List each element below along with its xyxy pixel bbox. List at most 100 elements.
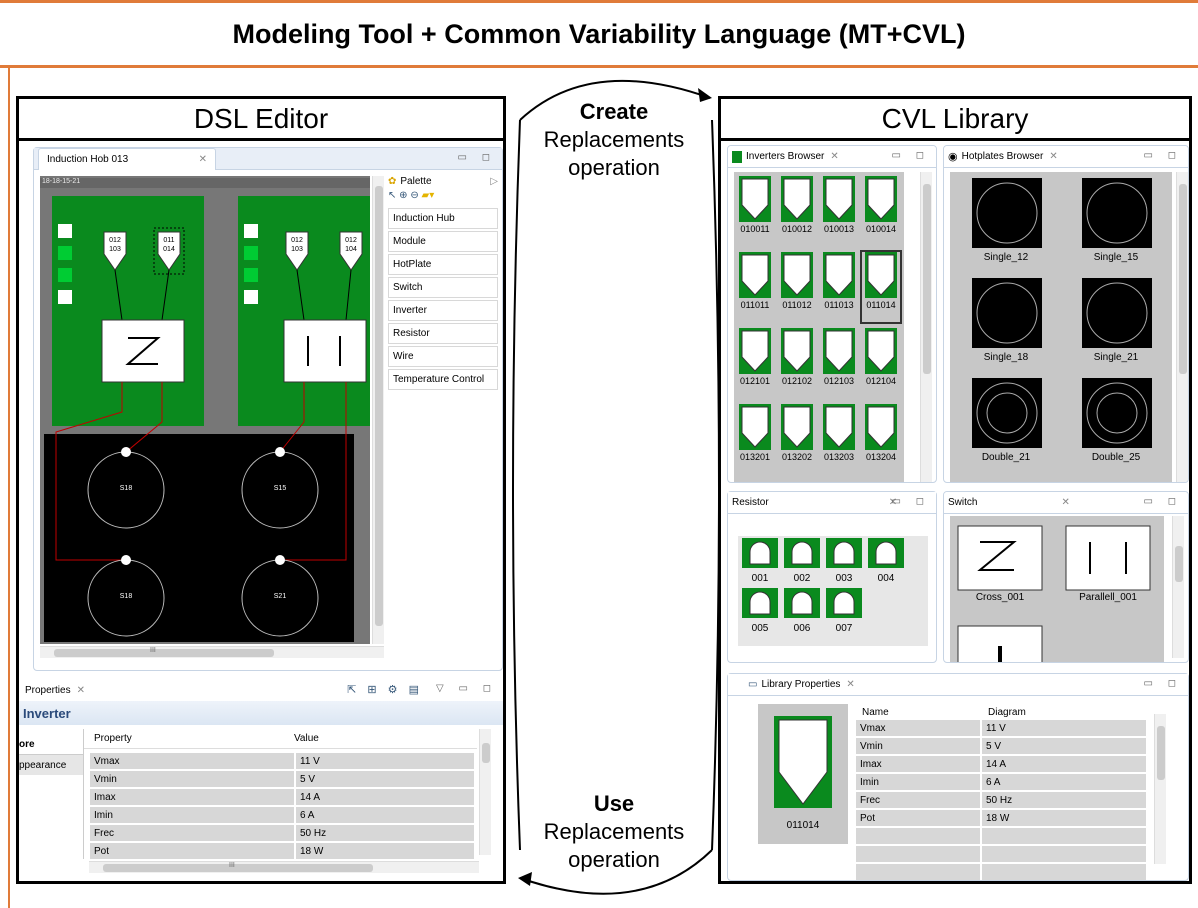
inverter-item[interactable]: 012101: [736, 328, 774, 398]
resistor-item[interactable]: 001: [742, 538, 778, 586]
resistor-item[interactable]: 005: [742, 588, 778, 636]
collapse-icon[interactable]: ▷: [490, 176, 498, 187]
switch-vscroll[interactable]: [1172, 516, 1184, 658]
table-row[interactable]: Vmin 5 V: [90, 771, 477, 787]
table-row[interactable]: Vmax 11 V: [90, 753, 477, 769]
table-row[interactable]: Vmin 5 V: [856, 738, 1148, 754]
palette: ✿ Palette ▷ ↖ ⊕ ⊖ ▰▾ Induction Hub Modul…: [388, 172, 498, 402]
inverters-browser-tab[interactable]: Inverters Browser: [746, 151, 824, 162]
palette-item-temperature-control[interactable]: Temperature Control: [388, 369, 498, 390]
inverter-item[interactable]: 011014: [860, 250, 902, 324]
switch-label-parallel[interactable]: Parallell_001: [1066, 592, 1150, 603]
inverter-item[interactable]: 012104: [862, 328, 900, 398]
table-row[interactable]: Frec 50 Hz: [856, 792, 1148, 808]
hotplate-item[interactable]: Single_21: [1064, 276, 1168, 370]
inverter-item[interactable]: 011011: [736, 252, 774, 322]
resistor-item[interactable]: 007: [826, 588, 862, 636]
table-row[interactable]: Pot 18 W: [856, 810, 1148, 826]
palette-item-resistor[interactable]: Resistor: [388, 323, 498, 344]
resistor-icon: [784, 538, 820, 568]
hotplates-vscroll[interactable]: [1176, 172, 1188, 482]
window-buttons[interactable]: ▭ ◻: [891, 150, 930, 161]
inverter-item[interactable]: 010011: [736, 176, 774, 246]
library-properties-tab[interactable]: Library Properties: [761, 679, 840, 690]
side-tab-appearance[interactable]: ppearance: [19, 755, 83, 775]
inverter-item[interactable]: 012103: [820, 328, 858, 398]
close-icon[interactable]: ✕: [1049, 151, 1057, 162]
switch-tab[interactable]: Switch: [948, 497, 977, 508]
palette-item-inverter[interactable]: Inverter: [388, 300, 498, 321]
table-row[interactable]: Imin 6 A: [856, 774, 1148, 790]
resistor-item[interactable]: 004: [868, 538, 904, 586]
hotplate-item-label: Single_12: [983, 252, 1029, 263]
inverter-item[interactable]: 010014: [862, 176, 900, 246]
window-buttons[interactable]: ▭ ◻: [457, 152, 496, 163]
properties-vscroll[interactable]: [479, 729, 491, 855]
resistor-icon: [742, 538, 778, 568]
properties-table-header: Property Value: [84, 729, 477, 749]
inverter-item[interactable]: 011012: [778, 252, 816, 322]
hotplate-thumbnail: [972, 178, 1042, 248]
side-tab-core[interactable]: ore: [19, 735, 83, 755]
inverter-item[interactable]: 013204: [862, 404, 900, 474]
preview-label: 011014: [786, 820, 820, 831]
table-row[interactable]: Pot 18 W: [90, 843, 477, 859]
canvas-vscroll[interactable]: [372, 176, 384, 644]
inverter-item[interactable]: 011013: [820, 252, 858, 322]
inverter-item[interactable]: 012102: [778, 328, 816, 398]
folder-icon[interactable]: ▰▾: [422, 190, 435, 201]
inverter-item[interactable]: 013202: [778, 404, 816, 474]
resistor-item[interactable]: 003: [826, 538, 862, 586]
inverter-item[interactable]: 010013: [820, 176, 858, 246]
hotplate-item[interactable]: Single_15: [1064, 176, 1168, 270]
properties-tab[interactable]: Properties ✕ ⇱ ⊞ ⚙ ▤ ▽ ▭ ◻: [19, 679, 503, 701]
table-row[interactable]: Imax 14 A: [90, 789, 477, 805]
zoom-out-icon[interactable]: ⊖: [410, 190, 418, 201]
properties-hscroll[interactable]: III: [89, 861, 479, 873]
palette-item-wire[interactable]: Wire: [388, 346, 498, 367]
window-buttons[interactable]: ▭ ◻: [1143, 678, 1182, 689]
properties-toolbar-icons[interactable]: ⇱ ⊞ ⚙ ▤: [347, 683, 423, 696]
resistor-tab[interactable]: Resistor: [732, 497, 769, 508]
close-icon[interactable]: ✕: [830, 151, 838, 162]
window-buttons[interactable]: ▽ ▭ ◻: [436, 683, 497, 694]
hotplate-item[interactable]: Double_21: [954, 376, 1058, 470]
palette-item-switch[interactable]: Switch: [388, 277, 498, 298]
hotplates-browser-tab[interactable]: Hotplates Browser: [962, 151, 1044, 162]
zoom-in-icon[interactable]: ⊕: [399, 190, 407, 201]
switch-label-cross[interactable]: Cross_001: [958, 592, 1042, 603]
table-row[interactable]: Imax 14 A: [856, 756, 1148, 772]
hotplate-label: S18: [119, 593, 133, 600]
close-icon[interactable]: ✕: [77, 685, 85, 696]
close-icon[interactable]: ✕: [199, 154, 207, 165]
close-icon[interactable]: ✕: [846, 679, 854, 690]
window-buttons[interactable]: ▭ ◻: [1143, 496, 1182, 507]
inverter-item[interactable]: 013201: [736, 404, 774, 474]
palette-item-induction-hub[interactable]: Induction Hub: [388, 208, 498, 229]
resistor-item[interactable]: 002: [784, 538, 820, 586]
resistor-item[interactable]: 006: [784, 588, 820, 636]
close-icon[interactable]: ✕: [1061, 497, 1069, 508]
editor-tab[interactable]: Induction Hob 013 ✕: [38, 147, 216, 170]
inverter-item[interactable]: 010012: [778, 176, 816, 246]
inverters-vscroll[interactable]: [920, 172, 932, 482]
table-row[interactable]: Vmax 11 V: [856, 720, 1148, 736]
window-buttons[interactable]: ▭ ◻: [1143, 150, 1182, 161]
canvas-hscroll[interactable]: III: [40, 646, 384, 658]
library-properties-pane: ▭ Library Properties ✕ ▭ ◻ 011014 Name D…: [727, 673, 1189, 881]
window-buttons[interactable]: ▭ ◻: [891, 496, 930, 507]
hotplate-item[interactable]: Single_12: [954, 176, 1058, 270]
library-properties-vscroll[interactable]: [1154, 714, 1166, 864]
hotplate-item[interactable]: Single_18: [954, 276, 1058, 370]
palette-item-module[interactable]: Module: [388, 231, 498, 252]
palette-tools: ↖ ⊕ ⊖ ▰▾: [388, 190, 498, 206]
table-row[interactable]: Frec 50 Hz: [90, 825, 477, 841]
inverter-item[interactable]: 013203: [820, 404, 858, 474]
table-row[interactable]: Imin 6 A: [90, 807, 477, 823]
module-icon-2: [58, 246, 72, 260]
inverter-icon: [781, 328, 813, 374]
pointer-icon[interactable]: ↖: [388, 190, 396, 201]
diagram-canvas[interactable]: 18-18-15-21 012 103 011 014 012 103 012 …: [40, 176, 370, 644]
hotplate-item[interactable]: Double_25: [1064, 376, 1168, 470]
palette-item-hotplate[interactable]: HotPlate: [388, 254, 498, 275]
